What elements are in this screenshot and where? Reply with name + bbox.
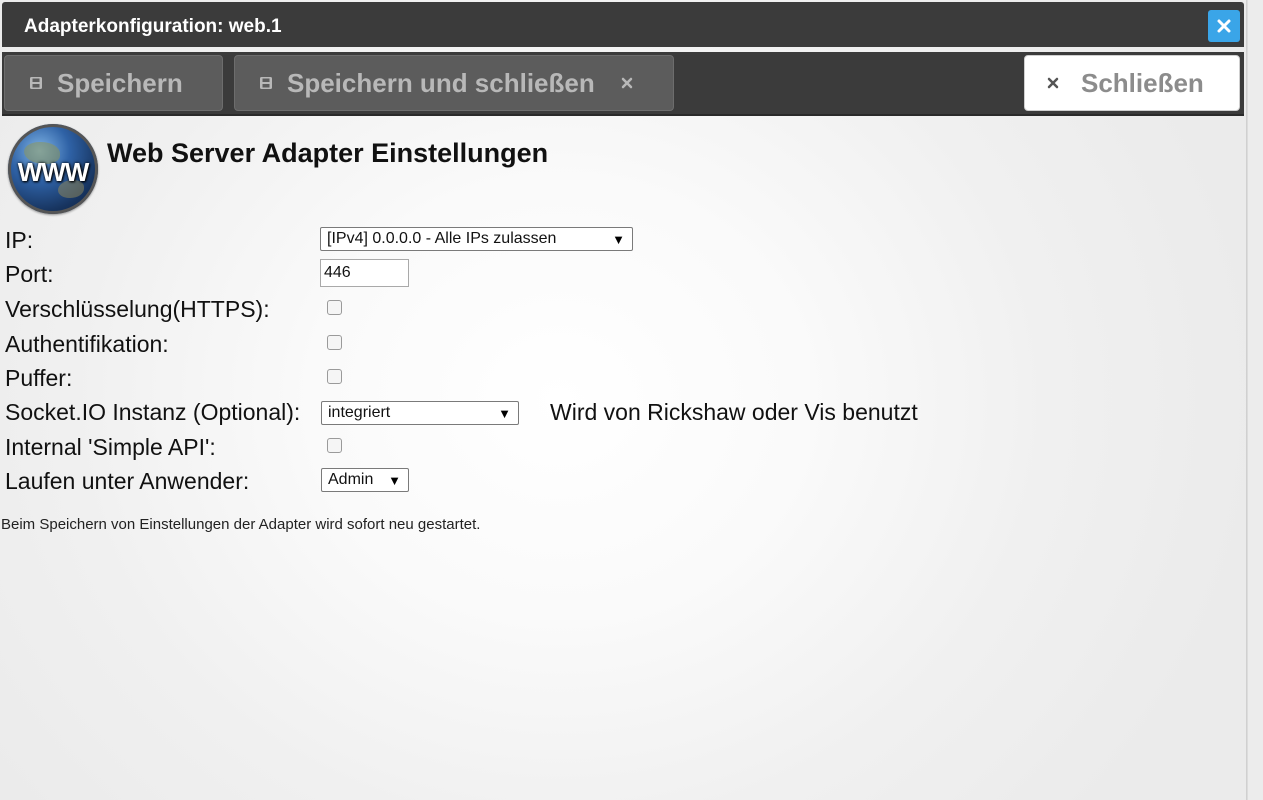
- simple-api-checkbox[interactable]: [327, 438, 342, 453]
- x-icon: [621, 77, 633, 89]
- ip-select-value: [IPv4] 0.0.0.0 - Alle IPs zulassen: [327, 230, 557, 247]
- save-button[interactable]: Speichern: [4, 55, 223, 111]
- dialog-titlebar: Adapterkonfiguration: web.1: [2, 2, 1244, 47]
- port-input[interactable]: 446: [320, 259, 409, 287]
- logo-text: WWW: [17, 157, 90, 187]
- save-icon: [29, 76, 43, 90]
- dropdown-arrow-icon: ▼: [498, 405, 511, 421]
- scrollbar[interactable]: [1247, 0, 1263, 800]
- ip-select[interactable]: [IPv4] 0.0.0.0 - Alle IPs zulassen ▼: [320, 227, 633, 251]
- save-and-close-label: Speichern und schließen: [287, 67, 595, 98]
- x-icon: [1047, 77, 1059, 89]
- run-as-select-value: Admin: [328, 471, 374, 488]
- www-globe-logo: WWW: [8, 124, 98, 214]
- close-button-label: Schließen: [1081, 67, 1204, 98]
- socketio-select-value: integriert: [328, 404, 391, 421]
- dialog-toolbar: Speichern Speichern und schließen Schlie…: [2, 52, 1244, 116]
- run-as-select[interactable]: Admin ▼: [321, 468, 409, 492]
- dialog-title: Adapterkonfiguration: web.1: [24, 16, 282, 37]
- page-title: Web Server Adapter Einstellungen: [107, 138, 549, 168]
- socketio-label: Socket.IO Instanz (Optional):: [5, 399, 301, 425]
- adapter-config-dialog: Adapterkonfiguration: web.1 Speichern Sp…: [0, 0, 1247, 800]
- save-icon: [259, 76, 273, 90]
- socketio-select[interactable]: integriert ▼: [321, 401, 519, 425]
- save-button-label: Speichern: [57, 67, 183, 98]
- auth-label: Authentifikation:: [5, 331, 169, 357]
- dropdown-arrow-icon: ▼: [388, 472, 401, 488]
- auth-checkbox[interactable]: [327, 335, 342, 350]
- https-checkbox[interactable]: [327, 300, 342, 315]
- socketio-note: Wird von Rickshaw oder Vis benutzt: [550, 399, 918, 425]
- dropdown-arrow-icon: ▼: [612, 231, 625, 247]
- cache-checkbox[interactable]: [327, 369, 342, 384]
- port-label: Port:: [5, 261, 54, 287]
- https-label: Verschlüsselung(HTTPS):: [5, 296, 270, 322]
- save-and-close-button[interactable]: Speichern und schließen: [234, 55, 674, 111]
- restart-notice: Beim Speichern von Einstellungen der Ada…: [1, 516, 481, 533]
- ip-label: IP:: [5, 227, 34, 253]
- close-button[interactable]: Schließen: [1024, 55, 1240, 111]
- simple-api-label: Internal 'Simple API':: [5, 434, 216, 460]
- cache-label: Puffer:: [5, 365, 73, 391]
- dialog-close-button[interactable]: [1208, 10, 1240, 42]
- close-icon: [1217, 19, 1231, 33]
- run-as-label: Laufen unter Anwender:: [5, 468, 250, 494]
